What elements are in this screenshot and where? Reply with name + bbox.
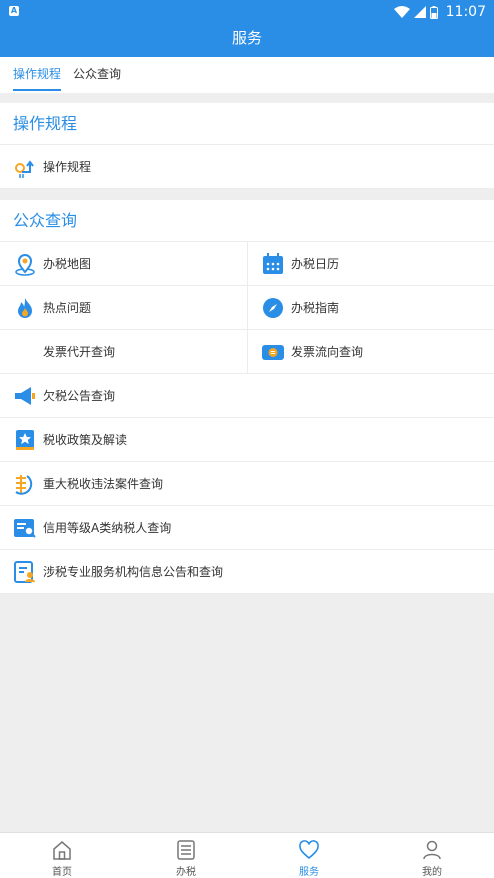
grid-item-label: 办税地图 <box>43 257 92 271</box>
list-item-tax-arrears[interactable]: 欠税公告查询 <box>0 374 494 418</box>
grid-item-label: 办税指南 <box>291 301 340 315</box>
grid-item-invoice-flow-query[interactable]: 发票流向查询 <box>261 330 494 373</box>
grid-item-label: 热点问题 <box>43 301 92 315</box>
status-bar: A 11:07 <box>0 0 494 24</box>
procedure-section: 操作规程 操作规程 <box>0 103 494 189</box>
nav-label: 服务 <box>299 867 319 878</box>
tab-procedure[interactable]: 操作规程 <box>13 57 62 93</box>
grid-item-tax-map[interactable]: 办税地图 <box>13 242 247 285</box>
tax-violation-icon <box>13 472 37 496</box>
divider <box>247 286 248 330</box>
calendar-icon <box>261 252 285 276</box>
divider <box>247 330 248 374</box>
grid-item-invoice-issue-query[interactable]: 发票代开查询 <box>13 330 247 373</box>
grid-item-tax-guide[interactable]: 办税指南 <box>261 286 494 329</box>
megaphone-icon <box>13 384 37 408</box>
list-item-label: 涉税专业服务机构信息公告和查询 <box>43 565 224 579</box>
list-item-tax-policy[interactable]: 税收政策及解读 <box>0 418 494 462</box>
grid-row: 发票代开查询 发票流向查询 <box>0 330 494 374</box>
heart-icon <box>299 840 319 860</box>
app-bar: 服务 <box>0 24 494 57</box>
grid-item-label: 发票代开查询 <box>43 345 116 359</box>
list-item-label: 税收政策及解读 <box>43 433 128 447</box>
list-icon <box>177 840 195 860</box>
home-icon <box>53 841 71 860</box>
list-item-tax-agency[interactable]: 涉税专业服务机构信息公告和查询 <box>0 550 494 594</box>
grid-item-label: 办税日历 <box>291 257 340 271</box>
grid-item-hot-issues[interactable]: 热点问题 <box>13 286 247 329</box>
list-item-major-violation[interactable]: 重大税收违法案件查询 <box>0 462 494 506</box>
list-item-credit-a-taxpayer[interactable]: 信用等级A类纳税人查询 <box>0 506 494 550</box>
list-item-label: 操作规程 <box>43 160 92 174</box>
map-pin-icon <box>13 252 37 276</box>
tab-public-query[interactable]: 公众查询 <box>73 57 121 93</box>
notification-icon: A <box>9 6 19 16</box>
grid-item-label: 发票流向查询 <box>291 345 364 359</box>
bottom-nav: 首页 办税 服务 我的 <box>0 832 494 878</box>
list-item-label: 信用等级A类纳税人查询 <box>43 521 172 535</box>
grid-item-tax-calendar[interactable]: 办税日历 <box>261 242 494 285</box>
nav-tax[interactable]: 办税 <box>124 833 248 878</box>
nav-label: 我的 <box>422 867 442 878</box>
divider <box>247 242 248 286</box>
agency-doc-icon <box>13 560 37 584</box>
flame-icon <box>13 296 37 320</box>
user-icon <box>423 840 441 860</box>
nav-service[interactable]: 服务 <box>247 833 371 878</box>
section-title-procedure: 操作规程 <box>0 103 494 145</box>
credit-card-search-icon <box>13 516 37 540</box>
battery-icon <box>429 5 438 19</box>
procedure-icon <box>13 155 37 179</box>
tab-bar: 操作规程 公众查询 <box>0 57 494 93</box>
nav-label: 办税 <box>176 867 196 878</box>
status-time: 11:07 <box>445 4 486 20</box>
invoice-issue-icon <box>13 340 37 364</box>
nav-home[interactable]: 首页 <box>0 833 124 878</box>
nav-label: 首页 <box>52 867 72 878</box>
policy-book-icon <box>13 428 37 452</box>
signal-icon <box>413 6 426 18</box>
nav-me[interactable]: 我的 <box>370 833 494 878</box>
wifi-icon <box>393 6 410 18</box>
list-item-label: 重大税收违法案件查询 <box>43 477 164 491</box>
invoice-flow-icon <box>261 340 285 364</box>
public-query-section: 公众查询 办税地图 办税日历 热点问题 办税指南 发票代开查询 发票流向查询 欠… <box>0 200 494 594</box>
section-title-public-query: 公众查询 <box>0 200 494 242</box>
page-title: 服务 <box>231 29 262 47</box>
list-item-procedure[interactable]: 操作规程 <box>0 145 494 189</box>
grid-row: 热点问题 办税指南 <box>0 286 494 330</box>
compass-icon <box>261 296 285 320</box>
grid-row: 办税地图 办税日历 <box>0 242 494 286</box>
list-item-label: 欠税公告查询 <box>43 389 116 403</box>
